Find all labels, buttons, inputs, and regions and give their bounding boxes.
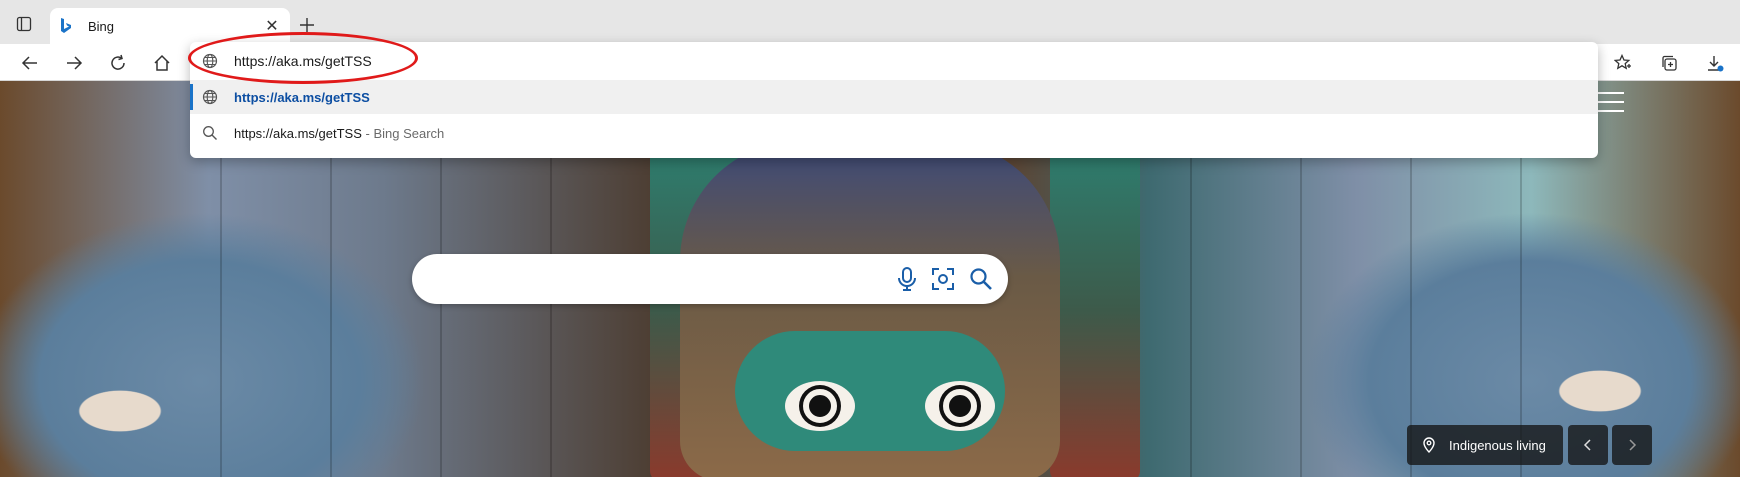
address-bar-input[interactable] bbox=[234, 48, 1034, 74]
tab-title: Bing bbox=[88, 18, 115, 34]
new-tab-button[interactable] bbox=[294, 12, 320, 38]
chevron-right-icon bbox=[1629, 439, 1637, 451]
address-bar bbox=[190, 42, 1598, 80]
home-button[interactable] bbox=[148, 50, 176, 76]
search-icon[interactable] bbox=[968, 266, 994, 292]
suggestion-text: https://aka.ms/getTSS bbox=[234, 89, 370, 105]
address-bar-dropdown: https://aka.ms/getTSS https://aka.ms/get… bbox=[190, 42, 1598, 158]
favorites-icon[interactable] bbox=[1610, 50, 1636, 76]
downloads-icon[interactable] bbox=[1702, 50, 1728, 76]
bing-search-box bbox=[412, 254, 1008, 304]
chevron-left-icon bbox=[1583, 439, 1591, 451]
globe-icon bbox=[202, 53, 218, 69]
previous-image-button[interactable] bbox=[1568, 425, 1608, 465]
bing-logo-icon bbox=[60, 18, 76, 34]
close-tab-icon[interactable]: ✕ bbox=[264, 18, 280, 35]
tab-bing[interactable]: Bing ✕ bbox=[50, 8, 290, 44]
back-button[interactable] bbox=[16, 50, 44, 76]
menu-icon[interactable] bbox=[1598, 92, 1624, 112]
refresh-button[interactable] bbox=[104, 50, 132, 76]
collections-icon[interactable] bbox=[1656, 50, 1682, 76]
image-location-button[interactable]: Indigenous living bbox=[1407, 425, 1563, 465]
suggestion-text-wrap: https://aka.ms/getTSS - Bing Search bbox=[234, 126, 444, 141]
bing-search-input[interactable] bbox=[434, 264, 874, 294]
suggestion-text: https://aka.ms/getTSS bbox=[234, 125, 362, 141]
suggestion-item[interactable]: https://aka.ms/getTSS bbox=[190, 80, 1598, 114]
search-icon bbox=[203, 126, 217, 140]
location-pin-icon bbox=[1423, 437, 1435, 453]
globe-icon bbox=[202, 89, 218, 105]
tab-actions-icon[interactable] bbox=[12, 12, 36, 36]
next-image-button[interactable] bbox=[1612, 425, 1652, 465]
tab-strip: Bing ✕ bbox=[0, 0, 1740, 44]
microphone-icon[interactable] bbox=[894, 266, 920, 292]
suggestion-suffix: - Bing Search bbox=[361, 125, 445, 141]
suggestion-item[interactable]: https://aka.ms/getTSS - Bing Search bbox=[190, 116, 1598, 150]
forward-button[interactable] bbox=[60, 50, 88, 76]
visual-search-icon[interactable] bbox=[930, 266, 956, 292]
image-location-label: Indigenous living bbox=[1449, 437, 1546, 453]
